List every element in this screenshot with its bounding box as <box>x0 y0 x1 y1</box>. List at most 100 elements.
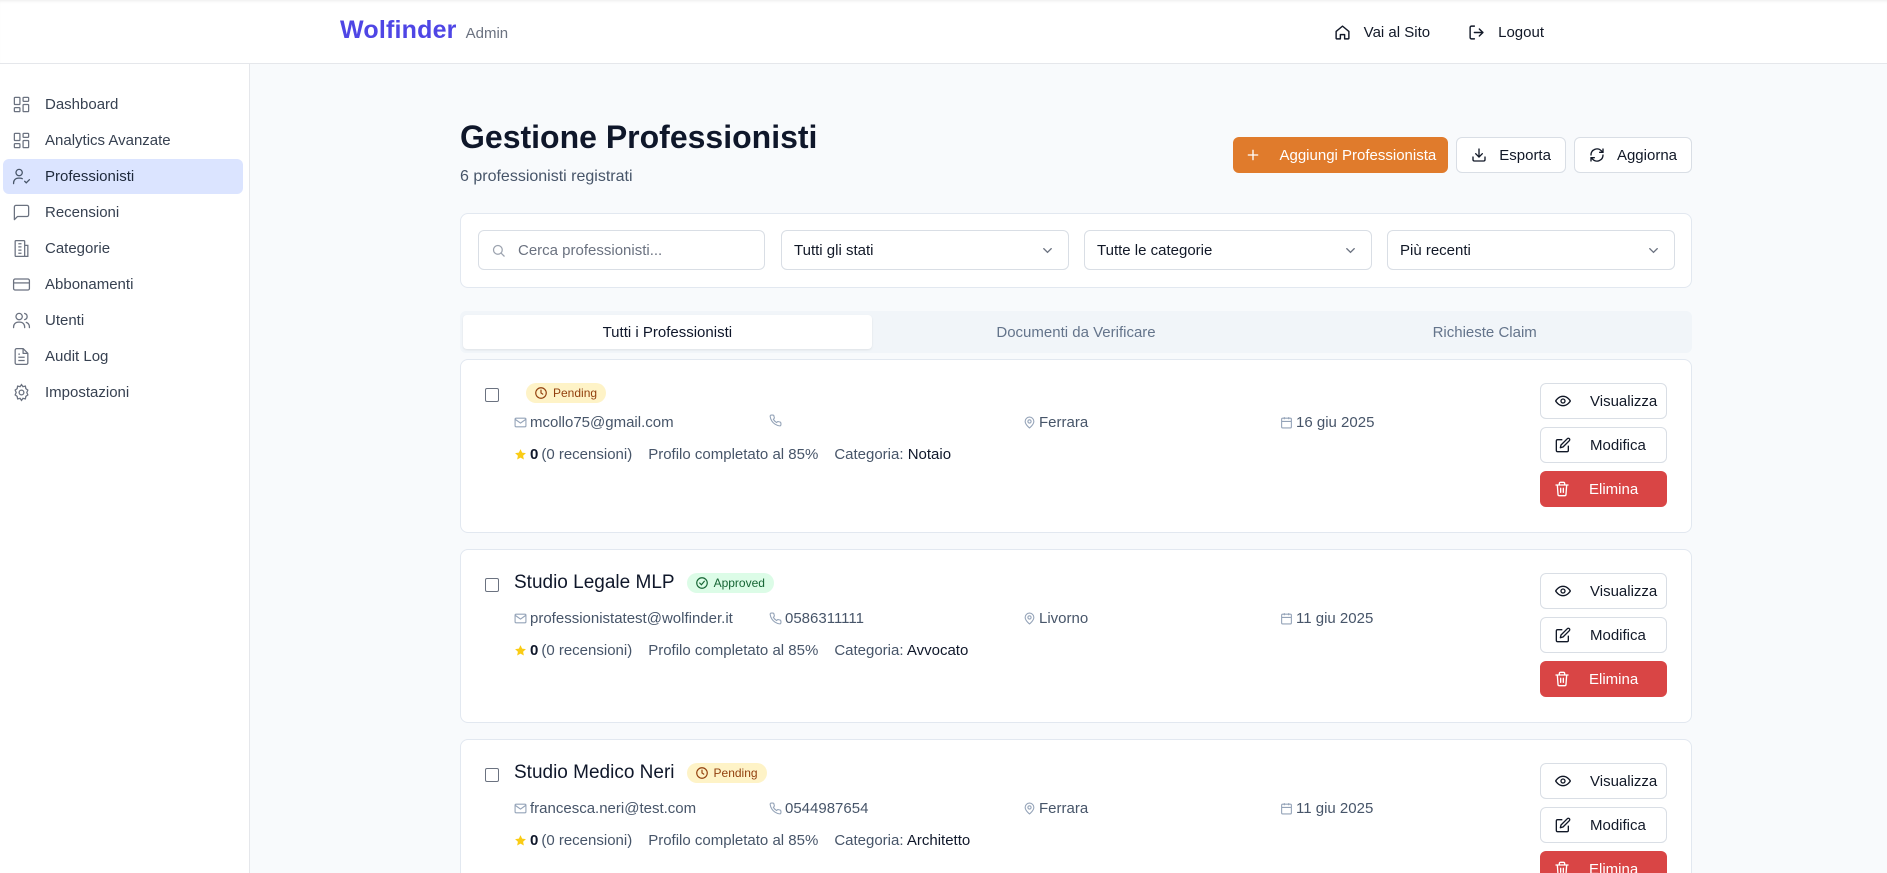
card-title-row: Studio Legale MLP Approved <box>514 572 774 594</box>
sidebar-item-label: Audit Log <box>45 348 109 365</box>
tabs: Tutti i Professionisti Documenti da Veri… <box>460 311 1692 353</box>
sidebar-item-impostazioni[interactable]: Impostazioni <box>3 375 243 410</box>
professional-name: Studio Medico Neri <box>514 762 675 783</box>
edit-label: Modifica <box>1590 626 1646 644</box>
view-button[interactable]: Visualizza <box>1540 763 1667 799</box>
view-button[interactable]: Visualizza <box>1540 383 1667 419</box>
phone-value: 0544987654 <box>785 800 869 817</box>
filters-panel: Tutti gli stati Tutte le categorie Più r… <box>460 213 1692 288</box>
select-checkbox[interactable] <box>485 768 499 782</box>
status-badge: Approved <box>686 573 774 593</box>
sidebar-item-audit-log[interactable]: Audit Log <box>3 339 243 374</box>
professional-card: Studio Medico Neri Pending francesca.ner… <box>460 739 1692 873</box>
reviews-count: (0 recensioni) <box>541 642 633 659</box>
calendar-icon <box>1281 417 1292 429</box>
email-info: professionistatest@wolfinder.it <box>514 610 733 627</box>
brand[interactable]: Wolfinder Admin <box>340 16 508 45</box>
delete-label: Elimina <box>1589 670 1639 688</box>
edit-icon <box>1555 817 1571 833</box>
professional-name: Studio Legale MLP <box>514 572 675 593</box>
professional-card: Studio Legale MLP Approved professionist… <box>460 549 1692 723</box>
delete-button[interactable]: Elimina <box>1540 851 1667 873</box>
sidebar-item-utenti[interactable]: Utenti <box>3 303 243 338</box>
trash-icon <box>1555 671 1569 687</box>
tab-documents-to-verify[interactable]: Documenti da Verificare <box>872 315 1281 349</box>
refresh-button[interactable]: Aggiorna <box>1573 137 1692 173</box>
edit-button[interactable]: Modifica <box>1540 617 1667 653</box>
phone-icon <box>769 612 782 625</box>
city-info: Livorno <box>1023 610 1088 627</box>
edit-button[interactable]: Modifica <box>1540 807 1667 843</box>
logout-icon <box>1469 24 1484 40</box>
sidebar-item-abbonamenti[interactable]: Abbonamenti <box>3 267 243 302</box>
city-value: Livorno <box>1039 610 1089 627</box>
edit-button[interactable]: Modifica <box>1540 427 1667 463</box>
tab-claim-requests[interactable]: Richieste Claim <box>1280 315 1689 349</box>
sidebar: Dashboard Analytics Avanzate Professioni… <box>0 64 250 873</box>
status-select[interactable]: Tutti gli stati <box>781 230 1069 270</box>
refresh-icon <box>1590 148 1604 162</box>
export-button[interactable]: Esporta <box>1456 137 1566 173</box>
tab-all-professionals[interactable]: Tutti i Professionisti <box>463 315 872 349</box>
sidebar-item-recensioni[interactable]: Recensioni <box>3 195 243 230</box>
city-info: Ferrara <box>1023 800 1088 817</box>
sort-select-value: Più recenti <box>1400 241 1471 259</box>
add-professional-button[interactable]: Aggiungi Professionista <box>1233 137 1449 173</box>
message-icon <box>13 204 30 221</box>
delete-button[interactable]: Elimina <box>1540 661 1667 697</box>
date-info: 11 giu 2025 <box>1280 610 1373 627</box>
rating: 0 (0 recensioni) <box>514 642 632 659</box>
logout-label: Logout <box>1498 23 1544 41</box>
sidebar-item-analytics[interactable]: Analytics Avanzate <box>3 123 243 158</box>
star-icon <box>515 449 526 460</box>
phone-icon <box>769 414 782 427</box>
category-value: Notaio <box>907 446 952 463</box>
email-value: francesca.neri@test.com <box>530 800 697 817</box>
clock-icon <box>535 387 547 399</box>
edit-icon <box>1555 627 1571 643</box>
download-icon <box>1472 148 1486 162</box>
delete-button[interactable]: Elimina <box>1540 471 1667 507</box>
sidebar-item-label: Impostazioni <box>45 384 130 401</box>
category-info: Categoria: Notaio <box>834 446 951 463</box>
eye-icon <box>1555 585 1571 597</box>
sidebar-item-label: Abbonamenti <box>45 276 134 293</box>
chevron-down-icon <box>1043 247 1052 253</box>
select-checkbox[interactable] <box>485 578 499 592</box>
chevron-down-icon <box>1346 247 1355 253</box>
chevron-down-icon <box>1649 247 1658 253</box>
sidebar-item-dashboard[interactable]: Dashboard <box>3 87 243 122</box>
search-input[interactable] <box>518 241 758 259</box>
page-title: Gestione Professionisti <box>460 119 818 155</box>
meta-row: 0 (0 recensioni) Profilo completato al 8… <box>514 642 968 659</box>
brand-name[interactable]: Wolfinder <box>340 16 457 45</box>
visit-site-link[interactable]: Vai al Sito <box>1334 18 1430 46</box>
card-actions: Visualizza Modifica Elimina <box>1540 383 1667 507</box>
calendar-icon <box>1281 613 1292 625</box>
select-checkbox[interactable] <box>485 388 499 402</box>
mail-icon <box>514 803 527 814</box>
card-title-row: Studio Medico Neri Pending <box>514 762 767 784</box>
sort-select[interactable]: Più recenti <box>1387 230 1675 270</box>
sidebar-item-label: Categorie <box>45 240 111 257</box>
email-value: professionistatest@wolfinder.it <box>530 610 733 627</box>
category-select-value: Tutte le categorie <box>1097 241 1213 259</box>
trash-icon <box>1555 861 1569 873</box>
sidebar-item-categorie[interactable]: Categorie <box>3 231 243 266</box>
map-pin-icon <box>1024 416 1035 429</box>
search-box[interactable] <box>478 230 765 270</box>
map-pin-icon <box>1024 612 1035 625</box>
check-circle-icon <box>695 577 708 589</box>
status-badge: Pending <box>686 763 767 783</box>
logout-link[interactable]: Logout <box>1468 18 1544 46</box>
view-label: Visualizza <box>1590 582 1658 600</box>
view-button[interactable]: Visualizza <box>1540 573 1667 609</box>
view-label: Visualizza <box>1590 772 1658 790</box>
phone-info <box>769 414 785 427</box>
rating-value: 0 <box>530 832 539 849</box>
add-professional-label: Aggiungi Professionista <box>1279 146 1437 164</box>
sidebar-item-professionisti[interactable]: Professionisti <box>3 159 243 194</box>
card-actions: Visualizza Modifica Elimina <box>1540 763 1667 873</box>
category-select[interactable]: Tutte le categorie <box>1084 230 1372 270</box>
top-bar: Wolfinder Admin Vai al Sito Logout <box>0 0 1887 64</box>
